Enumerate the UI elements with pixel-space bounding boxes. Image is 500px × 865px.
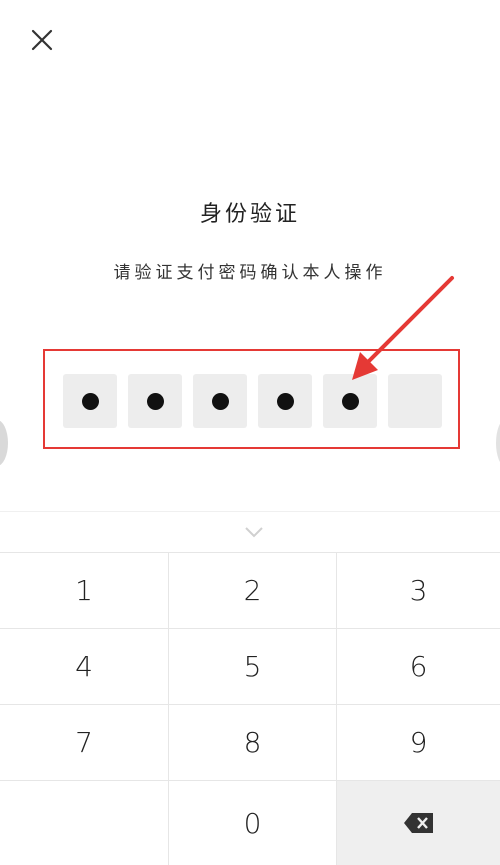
side-edge-left xyxy=(0,420,8,466)
pin-dot xyxy=(276,392,294,410)
close-button[interactable] xyxy=(24,22,60,58)
pin-box xyxy=(193,374,247,428)
page-subtitle: 请验证支付密码确认本人操作 xyxy=(113,263,387,283)
key-0[interactable]: 0 xyxy=(169,781,337,865)
pin-dot xyxy=(211,392,229,410)
pin-dot xyxy=(146,392,164,410)
key-blank xyxy=(0,781,169,865)
pin-dot xyxy=(341,392,359,410)
divider xyxy=(0,511,500,512)
pin-box xyxy=(128,374,182,428)
key-7[interactable]: 7 xyxy=(0,705,169,781)
backspace-icon xyxy=(403,813,433,833)
key-4[interactable]: 4 xyxy=(0,629,169,705)
pin-dot xyxy=(81,392,99,410)
pin-box xyxy=(63,374,117,428)
pin-box-empty xyxy=(388,374,442,428)
key-8[interactable]: 8 xyxy=(169,705,337,781)
key-5[interactable]: 5 xyxy=(169,629,337,705)
page-title: 身份验证 xyxy=(199,202,300,227)
key-1[interactable]: 1 xyxy=(0,553,169,629)
numeric-keypad: 1 2 3 4 5 6 7 8 9 0 xyxy=(0,552,500,865)
pin-box xyxy=(258,374,312,428)
key-6[interactable]: 6 xyxy=(337,629,500,705)
key-3[interactable]: 3 xyxy=(337,553,500,629)
close-icon xyxy=(31,29,53,51)
pin-box xyxy=(323,374,377,428)
key-9[interactable]: 9 xyxy=(337,705,500,781)
side-edge-right xyxy=(496,420,500,466)
chevron-down-icon[interactable] xyxy=(240,522,268,542)
key-2[interactable]: 2 xyxy=(169,553,337,629)
delete-key[interactable] xyxy=(337,781,500,865)
pin-input[interactable] xyxy=(63,374,442,428)
